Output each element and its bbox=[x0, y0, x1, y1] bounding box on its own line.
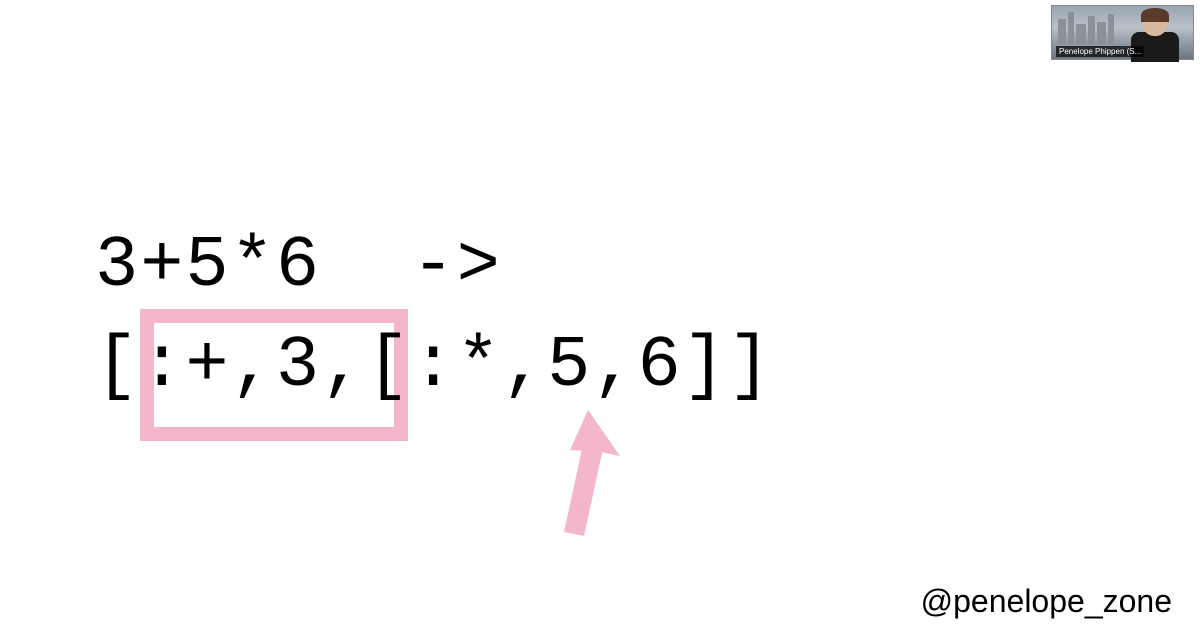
speaker-name-label: Penelope Phippen (S... bbox=[1056, 46, 1144, 57]
sexp-line-wrap: [:+,3,[:*,5,6]] bbox=[95, 325, 773, 407]
speaker-video-thumbnail: Penelope Phippen (S... bbox=[1051, 5, 1194, 60]
arrow-icon bbox=[550, 410, 640, 555]
sexp-line: [:+,3,[:*,5,6]] bbox=[95, 325, 773, 407]
expression-line: 3+5*6 -> bbox=[95, 225, 773, 307]
twitter-handle: @penelope_zone bbox=[921, 583, 1172, 620]
slide-body: 3+5*6 -> [:+,3,[:*,5,6]] bbox=[95, 225, 773, 407]
